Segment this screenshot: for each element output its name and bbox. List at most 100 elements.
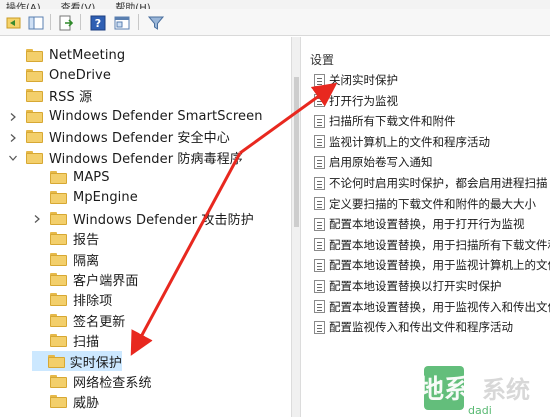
tree-item-label: Windows Defender SmartScreen (49, 108, 263, 124)
show-hide-tree-icon[interactable] (26, 13, 44, 31)
pane-splitter[interactable] (291, 37, 301, 417)
folder-icon (50, 191, 67, 205)
tree-scrollbar-thumb[interactable] (294, 77, 299, 227)
tree-item[interactable]: NetMeeting (8, 45, 125, 65)
tree-item-label: 网络检查系统 (73, 375, 152, 391)
policy-setting-row[interactable]: 扫描所有下载文件和附件 (314, 111, 456, 131)
svg-text:系统: 系统 (482, 376, 530, 404)
policy-setting-row[interactable]: 配置本地设置替换以打开实时保护 (314, 276, 502, 296)
tree-item[interactable]: 签名更新 (32, 310, 125, 330)
policy-setting-icon (314, 320, 325, 334)
policy-setting-icon (314, 135, 325, 149)
tree-item[interactable]: RSS 源 (8, 86, 92, 106)
folder-icon (50, 170, 67, 184)
settings-column-header[interactable]: 设置 (310, 51, 334, 68)
menu-bar: 操作(A) 查看(V) 帮助(H) (0, 0, 550, 9)
folder-icon (26, 48, 43, 62)
toolbar: ? (0, 9, 550, 36)
chevron-right-icon[interactable] (8, 132, 18, 142)
tree-item-label: 排除项 (73, 294, 113, 310)
filter-icon[interactable] (146, 13, 165, 31)
policy-setting-label: 配置本地设置替换以打开实时保护 (329, 279, 502, 293)
tree-item-label: 威胁 (73, 396, 100, 412)
tree-item[interactable]: 隔离 (32, 249, 99, 269)
tree-item-label: MAPS (73, 169, 110, 185)
tree-item[interactable]: OneDrive (8, 65, 111, 85)
policy-setting-row[interactable]: 配置本地设置替换，用于监视计算机上的文件和程序活动 (314, 255, 550, 275)
tree-item-label: OneDrive (49, 67, 111, 83)
policy-setting-icon (314, 176, 325, 190)
watermark-subtext: dadi (468, 404, 492, 417)
policy-setting-row[interactable]: 打开行为监视 (314, 91, 398, 111)
policy-setting-row[interactable]: 监视计算机上的文件和程序活动 (314, 132, 490, 152)
policy-setting-icon (314, 73, 325, 87)
policy-setting-label: 配置本地设置替换，用于监视计算机上的文件和程序活动 (329, 258, 550, 273)
back-arrow-icon[interactable] (4, 13, 22, 31)
policy-setting-row[interactable]: 不论何时启用实时保护，都会启用进程扫描 (314, 173, 548, 193)
tree-item-label: 客户端界面 (73, 273, 139, 289)
tree-item[interactable]: Windows Defender 安全中心 (8, 127, 230, 147)
tree-item[interactable]: 客户端界面 (32, 269, 139, 289)
policy-setting-label: 配置监视传入和传出文件和程序活动 (329, 320, 513, 335)
tree-item[interactable]: 扫描 (32, 331, 99, 351)
policy-setting-label: 配置本地设置替换，用于扫描所有下载文件和附件 (329, 237, 550, 252)
folder-icon (50, 232, 67, 246)
policy-setting-row[interactable]: 关闭实时保护 (314, 70, 398, 90)
folder-icon (50, 395, 67, 409)
policy-setting-row[interactable]: 配置本地设置替换，用于打开行为监视 (314, 214, 525, 234)
folder-icon (26, 68, 43, 82)
folder-icon (26, 130, 43, 144)
policy-setting-row[interactable]: 配置本地设置替换，用于扫描所有下载文件和附件 (314, 235, 550, 255)
folder-icon (50, 293, 67, 307)
tree-item[interactable]: Windows Defender 攻击防护 (32, 208, 254, 228)
policy-setting-row[interactable]: 配置本地设置替换，用于监视传入和传出文件活动 (314, 297, 550, 317)
tree-item-label: 签名更新 (73, 314, 126, 330)
tree-item-label: Windows Defender 攻击防护 (73, 212, 254, 228)
folder-icon (26, 109, 43, 123)
tree-item[interactable]: 排除项 (32, 290, 112, 310)
tree-item[interactable]: 网络检查系统 (32, 371, 152, 391)
export-list-icon[interactable] (56, 13, 74, 31)
tree-item[interactable]: Windows Defender SmartScreen (8, 106, 263, 126)
tree-item-label: 报告 (73, 233, 100, 249)
tree-item[interactable]: Windows Defender 防病毒程序 (8, 147, 243, 167)
policy-setting-label: 定义要扫描的下载文件和附件的最大大小 (329, 196, 536, 211)
folder-icon (26, 89, 43, 103)
tree-item[interactable]: MpEngine (32, 188, 138, 208)
policy-setting-row[interactable]: 启用原始卷写入通知 (314, 152, 433, 172)
properties-icon[interactable] (112, 13, 130, 31)
policy-setting-label: 关闭实时保护 (329, 73, 398, 87)
chevron-right-icon[interactable] (8, 111, 18, 122)
tree-item[interactable]: 报告 (32, 229, 99, 249)
tree-item-label: Windows Defender 防病毒程序 (49, 151, 243, 167)
policy-setting-icon (314, 279, 325, 293)
svg-text:?: ? (95, 17, 101, 30)
tree-item-label: Windows Defender 安全中心 (49, 131, 230, 147)
policy-setting-row[interactable]: 配置监视传入和传出文件和程序活动 (314, 317, 513, 337)
policy-setting-label: 打开行为监视 (329, 93, 398, 108)
policy-setting-label: 启用原始卷写入通知 (329, 155, 433, 170)
tree-item[interactable]: 威胁 (32, 392, 99, 412)
folder-icon (50, 313, 67, 327)
help-icon[interactable]: ? (88, 13, 106, 31)
policy-setting-label: 扫描所有下载文件和附件 (329, 114, 456, 129)
tree-item[interactable]: 实时保护 (32, 351, 122, 371)
chevron-down-icon[interactable] (8, 152, 18, 162)
policy-setting-label: 配置本地设置替换，用于打开行为监视 (329, 217, 525, 232)
tree-item-label: 隔离 (73, 253, 100, 269)
policy-setting-icon (314, 114, 325, 128)
chevron-right-icon[interactable] (32, 213, 42, 224)
policy-setting-icon (314, 300, 325, 314)
tree-item[interactable]: MAPS (32, 167, 110, 187)
policy-setting-row[interactable]: 定义要扫描的下载文件和附件的最大大小 (314, 194, 536, 214)
folder-icon (50, 211, 67, 225)
policy-setting-icon (314, 197, 325, 211)
